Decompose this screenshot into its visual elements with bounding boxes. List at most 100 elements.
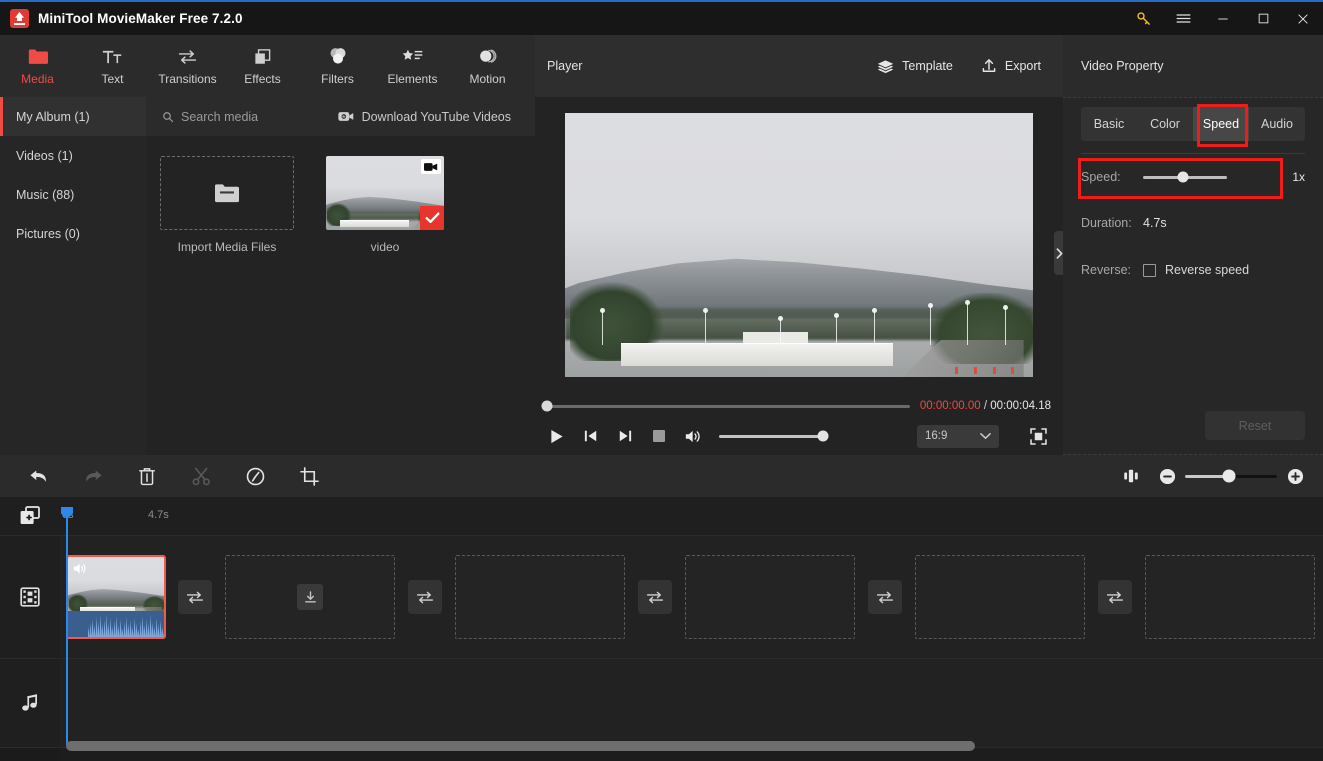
media-item: video [318,156,452,254]
tool-text[interactable]: Text [75,35,150,97]
timeline-tracks [0,535,1323,761]
redo-button [66,455,120,497]
crop-button[interactable] [282,455,336,497]
tab-color[interactable]: Color [1137,107,1193,141]
reset-button[interactable]: Reset [1205,411,1305,440]
transition-slot-button[interactable] [408,580,442,614]
video-track-body[interactable] [60,536,1323,658]
timeline-ruler[interactable]: 0s 4.7s [60,497,1323,535]
delete-button[interactable] [120,455,174,497]
tab-label: Audio [1261,117,1293,131]
filters-icon [328,46,348,67]
fit-to-window-icon[interactable] [1113,455,1149,497]
text-icon [102,46,123,67]
timeline-horizontal-scrollbar[interactable] [66,741,975,751]
audio-track [0,658,1323,747]
template-button[interactable]: Template [869,53,961,80]
speed-button[interactable] [228,455,282,497]
album-music[interactable]: Music (88) [0,175,146,214]
player-header: Player Template Export [535,35,1063,97]
timeline-zoom-knob[interactable] [1222,469,1236,483]
ruler-tick: 4.7s [148,509,169,521]
playhead[interactable] [66,515,68,745]
video-track [0,535,1323,658]
timeline-clip[interactable] [66,555,166,639]
placeholder-download-icon[interactable] [297,584,323,610]
zoom-in-button[interactable] [1277,455,1313,497]
stop-button[interactable] [649,426,669,446]
property-divider [1081,153,1305,154]
placeholder-slot[interactable] [225,555,395,639]
tab-audio[interactable]: Audio [1249,107,1305,141]
time-separator: / [983,400,988,412]
seek-slider[interactable] [541,400,910,412]
tab-label: Color [1150,117,1180,131]
tool-effects[interactable]: Effects [225,35,300,97]
seek-knob[interactable] [541,400,553,412]
import-label: Import Media Files [177,240,277,254]
tool-filters[interactable]: Filters [300,35,375,97]
tool-label: Text [101,72,124,86]
transition-slot-button[interactable] [1098,580,1132,614]
transition-slot-button[interactable] [638,580,672,614]
player-title: Player [547,59,583,73]
next-frame-button[interactable] [615,426,635,446]
hamburger-menu-icon[interactable] [1163,2,1203,35]
current-time: 00:00:00.00 [919,400,981,412]
audio-track-body[interactable] [60,659,1323,747]
license-key-icon[interactable] [1123,2,1163,35]
placeholder-slot[interactable] [685,555,855,639]
download-youtube-videos-button[interactable]: Download YouTube Videos [337,110,511,124]
speed-slider[interactable] [1143,171,1227,183]
media-item-label: video [370,240,400,254]
placeholder-slot[interactable] [455,555,625,639]
minimize-icon[interactable] [1203,2,1243,35]
undo-button[interactable] [12,455,66,497]
album-videos[interactable]: Videos (1) [0,136,146,175]
search-media-input[interactable]: Search media [162,110,258,124]
album-my-album[interactable]: My Album (1) [0,97,146,136]
reset-label: Reset [1238,418,1272,433]
timeline-zoom-slider[interactable] [1185,469,1277,483]
tab-speed[interactable]: Speed [1193,107,1249,141]
previous-frame-button[interactable] [581,426,601,446]
reverse-speed-checkbox[interactable] [1143,263,1156,277]
reverse-label: Reverse: [1081,263,1132,277]
reverse-checkbox-label: Reverse speed [1165,263,1250,277]
tool-transitions[interactable]: Transitions [150,35,225,97]
placeholder-slot[interactable] [1145,555,1315,639]
media-panel: My Album (1) Videos (1) Music (88) Pictu… [0,97,535,455]
volume-slider[interactable] [719,430,829,442]
tool-elements[interactable]: Elements [375,35,450,97]
video-track-icon [0,536,60,658]
speed-knob[interactable] [1177,171,1189,183]
transition-slot-button[interactable] [868,580,902,614]
tool-media[interactable]: Media [0,35,75,97]
play-button[interactable] [547,426,567,446]
close-icon[interactable] [1283,2,1323,35]
timeline: 0s 4.7s [0,497,1323,761]
add-track-button[interactable] [0,497,60,535]
video-preview-artwork [565,113,1033,377]
aspect-ratio-select[interactable]: 16:9 [917,424,999,448]
album-label: Music (88) [16,187,75,202]
export-button[interactable]: Export [973,52,1049,80]
zoom-out-button[interactable] [1149,455,1185,497]
maximize-icon[interactable] [1243,2,1283,35]
album-pictures[interactable]: Pictures (0) [0,214,146,253]
fullscreen-button[interactable] [1027,425,1049,447]
export-label: Export [1004,59,1041,73]
import-media-files-button[interactable] [160,156,294,230]
video-preview[interactable] [565,113,1033,377]
property-tabs: Basic Color Speed Audio [1081,107,1305,141]
property-body: Basic Color Speed Audio Speed: 1x Durati… [1063,97,1323,455]
volume-icon[interactable] [683,426,703,446]
volume-knob[interactable] [817,430,829,442]
media-thumbnail-video[interactable] [326,156,444,230]
speed-gauge-icon [246,467,264,485]
transition-slot-button[interactable] [178,580,212,614]
tool-motion[interactable]: Motion [450,35,525,97]
placeholder-slot[interactable] [915,555,1085,639]
reverse-row: Reverse: Reverse speed [1063,253,1323,287]
tab-basic[interactable]: Basic [1081,107,1137,141]
